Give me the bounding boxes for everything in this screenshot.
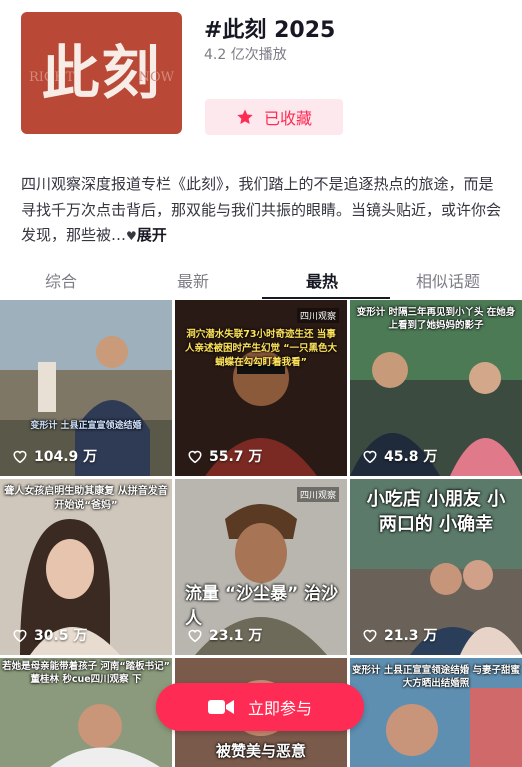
play-count: 4.2 亿次播放 [204,47,287,63]
like-count: 23.1 万 [187,625,262,645]
like-count-text: 45.8 万 [384,449,438,465]
active-tab-indicator [262,297,390,299]
channel-badge: 四川观察 [296,308,339,323]
like-count-text: 104.9 万 [34,449,98,465]
heart-outline-icon [13,450,27,463]
video-caption: 被赞美与恶意 [215,742,306,760]
heart-icon: ♥ [126,229,137,243]
favorite-button[interactable]: 已收藏 [205,99,343,135]
video-card[interactable]: 变形计 时隔三年再见到小丫头 在她身上看到了她妈妈的影子 45.8 万 [350,300,522,476]
heart-outline-icon [13,629,27,642]
like-count-text: 21.3 万 [384,628,438,644]
topic-description: 四川观察深度报道专栏《此刻》，我们踏上的不是追逐热点的旅途，而是寻找千万次点击背… [21,172,501,250]
video-caption: 变形计 时隔三年再见到小丫头 在她身上看到了她妈妈的影子 [356,307,516,331]
topic-cover-image: RIGHT 此刻 NOW [21,12,182,134]
like-count-text: 55.7 万 [209,449,263,465]
favorite-label: 已收藏 [263,109,312,128]
video-card[interactable]: 聋人女孩启明生助其康复 从拼音发音开始说“爸妈” 30.5 万 [0,479,172,655]
like-count-text: 30.5 万 [34,628,88,644]
video-caption: 聋人女孩启明生助其康复 从拼音发音开始说“爸妈” [4,486,168,511]
heart-outline-icon [188,629,202,642]
like-count-text: 23.1 万 [209,628,263,644]
video-caption: 变形计 土县正宣宣领途结婚 与妻子甜蜜大方晒出结婚照 [351,665,521,689]
like-count: 45.8 万 [362,446,437,466]
like-count: 55.7 万 [187,446,262,466]
video-caption: 小吃店 小朋友 小两口的 小确幸 [366,489,506,535]
heart-outline-icon [188,450,202,463]
like-count: 21.3 万 [362,625,437,645]
tab-latest[interactable]: 最新 [177,268,209,292]
cover-title-text: 此刻 [41,39,162,107]
video-caption: 若她是母亲能带着孩子 河南“踏板书记” 董桂林 秒cue四川观察 下 [2,661,170,685]
join-label: 立即参与 [247,699,312,718]
tab-hottest[interactable]: 最热 [306,268,338,292]
channel-badge: 四川观察 [296,487,339,502]
video-card[interactable]: 四川观察 流量 “沙尘暴” 治沙人 23.1 万 [175,479,347,655]
description-text: 四川观察深度报道专栏《此刻》，我们踏上的不是追逐热点的旅途，而是寻找千万次点击背… [21,175,502,244]
video-card[interactable]: 变形计 土县正宣宣领途结婚 与妻子甜蜜大方晒出结婚照 [350,658,522,767]
like-count: 104.9 万 [12,446,97,466]
video-card[interactable]: 若她是母亲能带着孩子 河南“踏板书记” 董桂林 秒cue四川观察 下 [0,658,172,767]
join-button[interactable]: 立即参与 [156,683,364,731]
video-caption: 流量 “沙尘暴” 治沙人 [185,584,339,629]
video-card[interactable]: 四川观察 洞穴潜水失联73小时奇迹生还 当事人亲述被困时产生幻觉 “一只黑色大蝴… [175,300,347,476]
video-caption: 变形计 土县正宣宣领途结婚 [30,421,142,431]
video-card[interactable]: 小吃店 小朋友 小两口的 小确幸 21.3 万 [350,479,522,655]
tab-bar: 综合 最新 最热 相似话题 [0,262,522,300]
expand-link[interactable]: 展开 [137,226,167,244]
cover-right-text: NOW [138,70,174,85]
topic-title: #此刻 2025 [204,18,336,43]
heart-outline-icon [363,450,377,463]
star-icon [237,109,253,125]
tab-comprehensive[interactable]: 综合 [45,268,77,292]
video-caption: 洞穴潜水失联73小时奇迹生还 当事人亲述被困时产生幻觉 “一只黑色大蝴蝶在勾勾盯… [184,329,338,368]
video-camera-icon [207,700,234,714]
tab-similar-topics[interactable]: 相似话题 [416,268,480,292]
topic-header: RIGHT 此刻 NOW #此刻 2025 4.2 亿次播放 已收藏 [0,0,522,150]
video-card[interactable]: 变形计 土县正宣宣领途结婚 104.9 万 [0,300,172,476]
like-count: 30.5 万 [12,625,87,645]
heart-outline-icon [363,629,377,642]
